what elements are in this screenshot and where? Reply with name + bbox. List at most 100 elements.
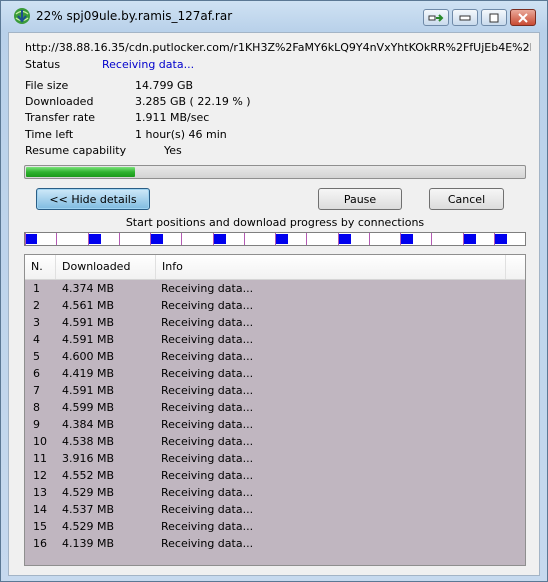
url-text: http://38.88.16.35/cdn.putlocker.com/r1K…: [25, 41, 531, 54]
row-number: 8: [33, 401, 40, 414]
minimize-icon: [459, 15, 471, 20]
maximize-icon: [489, 13, 499, 22]
connection-progress-block: [276, 234, 288, 244]
row-info: Receiving data...: [161, 435, 254, 448]
connection-segment: [306, 233, 307, 245]
table-row[interactable]: 10 4.538 MB Receiving data...: [25, 433, 525, 450]
table-row[interactable]: 5 4.600 MB Receiving data...: [25, 348, 525, 365]
connection-segment: [431, 233, 432, 245]
row-info: Receiving data...: [161, 503, 254, 516]
row-downloaded: 4.591 MB: [62, 316, 115, 329]
minimize-button[interactable]: [452, 9, 478, 26]
row-downloaded: 4.538 MB: [62, 435, 115, 448]
transfer-rate-label: Transfer rate: [25, 111, 96, 124]
resume-value: Yes: [164, 144, 182, 157]
table-row[interactable]: 16 4.139 MB Receiving data...: [25, 535, 525, 552]
row-downloaded: 4.599 MB: [62, 401, 115, 414]
row-info: Receiving data...: [161, 333, 254, 346]
table-row[interactable]: 12 4.552 MB Receiving data...: [25, 467, 525, 484]
row-number: 7: [33, 384, 40, 397]
row-info: Receiving data...: [161, 486, 254, 499]
table-row[interactable]: 11 3.916 MB Receiving data...: [25, 450, 525, 467]
row-info: Receiving data...: [161, 282, 254, 295]
row-downloaded: 4.139 MB: [62, 537, 115, 550]
row-info: Receiving data...: [161, 520, 254, 533]
row-info: Receiving data...: [161, 384, 254, 397]
hide-details-button[interactable]: << Hide details: [36, 188, 150, 210]
header-downloaded[interactable]: Downloaded: [56, 255, 156, 279]
pause-button[interactable]: Pause: [318, 188, 402, 210]
cancel-button[interactable]: Cancel: [429, 188, 504, 210]
connections-list[interactable]: N. Downloaded Info 1 4.374 MB Receiving da…: [24, 254, 526, 566]
row-downloaded: 3.916 MB: [62, 452, 115, 465]
row-info: Receiving data...: [161, 537, 254, 550]
row-info: Receiving data...: [161, 316, 254, 329]
connection-segment: [119, 233, 120, 245]
header-number[interactable]: N.: [25, 255, 56, 279]
connections-caption: Start positions and download progress by…: [125, 216, 425, 229]
row-number: 4: [33, 333, 40, 346]
connection-progress-block: [401, 234, 413, 244]
table-row[interactable]: 2 4.561 MB Receiving data...: [25, 297, 525, 314]
connection-progress-block: [464, 234, 476, 244]
row-info: Receiving data...: [161, 469, 254, 482]
close-button[interactable]: [510, 9, 536, 26]
row-number: 9: [33, 418, 40, 431]
row-downloaded: 4.591 MB: [62, 333, 115, 346]
status-label: Status: [25, 58, 61, 71]
downloaded-value: 3.285 GB ( 22.19 % ): [135, 95, 251, 108]
row-number: 14: [33, 503, 47, 516]
title-bar[interactable]: 22% spj09ule.by.ramis_127af.rar: [1, 1, 547, 31]
row-number: 16: [33, 537, 47, 550]
table-row[interactable]: 1 4.374 MB Receiving data...: [25, 280, 525, 297]
table-row[interactable]: 4 4.591 MB Receiving data...: [25, 331, 525, 348]
table-row[interactable]: 3 4.591 MB Receiving data...: [25, 314, 525, 331]
row-info: Receiving data...: [161, 367, 254, 380]
table-row[interactable]: 14 4.537 MB Receiving data...: [25, 501, 525, 518]
connections-progress-bar: [24, 232, 526, 246]
downloaded-label: Downloaded: [25, 95, 94, 108]
table-row[interactable]: 9 4.384 MB Receiving data...: [25, 416, 525, 433]
row-downloaded: 4.374 MB: [62, 282, 115, 295]
file-size-label: File size: [25, 79, 69, 92]
connection-segment: [181, 233, 182, 245]
row-number: 2: [33, 299, 40, 312]
table-row[interactable]: 7 4.591 MB Receiving data...: [25, 382, 525, 399]
list-header: N. Downloaded Info: [25, 255, 525, 280]
time-left-label: Time left: [25, 128, 74, 141]
progress-fill: [26, 167, 135, 177]
row-downloaded: 4.529 MB: [62, 486, 115, 499]
app-globe-icon: [14, 8, 30, 24]
table-row[interactable]: 6 4.419 MB Receiving data...: [25, 365, 525, 382]
maximize-button[interactable]: [481, 9, 507, 26]
row-info: Receiving data...: [161, 401, 254, 414]
row-downloaded: 4.537 MB: [62, 503, 115, 516]
row-number: 11: [33, 452, 47, 465]
close-icon: [518, 12, 528, 23]
table-row[interactable]: 8 4.599 MB Receiving data...: [25, 399, 525, 416]
resume-label: Resume capability: [25, 144, 127, 157]
row-downloaded: 4.419 MB: [62, 367, 115, 380]
row-downloaded: 4.600 MB: [62, 350, 115, 363]
table-row[interactable]: 15 4.529 MB Receiving data...: [25, 518, 525, 535]
header-info[interactable]: Info: [156, 255, 506, 279]
connection-progress-block: [339, 234, 351, 244]
connection-progress-block: [26, 234, 37, 244]
connection-segment: [369, 233, 370, 245]
row-number: 1: [33, 282, 40, 295]
row-downloaded: 4.591 MB: [62, 384, 115, 397]
row-number: 10: [33, 435, 47, 448]
row-number: 15: [33, 520, 47, 533]
connection-segment: [56, 233, 57, 245]
row-number: 5: [33, 350, 40, 363]
row-number: 3: [33, 316, 40, 329]
connection-progress-block: [151, 234, 163, 244]
download-window: 22% spj09ule.by.ramis_127af.rar http://3…: [0, 0, 548, 582]
special-button[interactable]: [423, 9, 449, 26]
row-number: 12: [33, 469, 47, 482]
status-value: Receiving data...: [102, 58, 195, 71]
row-info: Receiving data...: [161, 452, 254, 465]
special-icon: [428, 13, 444, 22]
download-progress-bar: [24, 165, 526, 179]
table-row[interactable]: 13 4.529 MB Receiving data...: [25, 484, 525, 501]
